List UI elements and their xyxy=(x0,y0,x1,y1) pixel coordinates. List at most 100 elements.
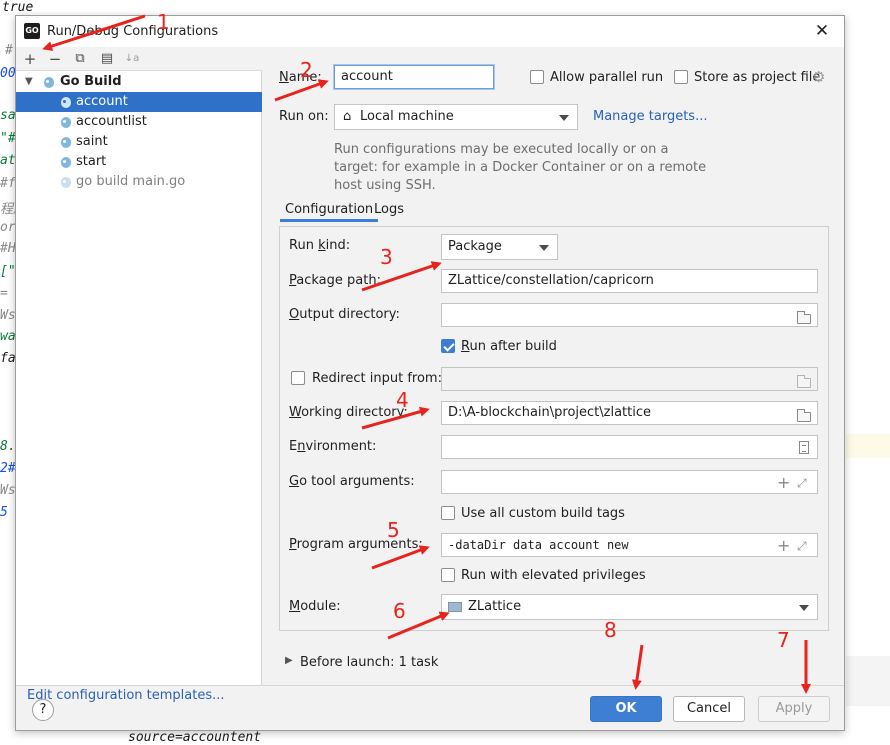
expand-icon[interactable]: ⤢ xyxy=(797,539,807,553)
editor-line: "# xyxy=(0,131,16,146)
editor-line: [" xyxy=(0,264,16,279)
plus-icon[interactable]: + xyxy=(777,475,790,491)
help-button[interactable]: ? xyxy=(32,699,54,721)
package-path-input[interactable]: ZLattice/constellation/capricorn xyxy=(441,269,818,293)
copy-icon[interactable]: ⧉ xyxy=(71,50,89,68)
expand-icon[interactable]: ⤢ xyxy=(797,476,807,490)
chevron-down-icon xyxy=(559,115,569,121)
chevron-down-icon[interactable]: ▼ xyxy=(25,72,33,92)
editor-line: 00 xyxy=(0,66,16,81)
annotation-label-6: 6 xyxy=(393,599,406,623)
remove-icon[interactable]: − xyxy=(46,50,64,68)
editor-line: fa xyxy=(0,351,16,366)
editor-line: 5 xyxy=(0,505,8,520)
editor-line: source=accountent xyxy=(128,730,262,745)
environment-label: Environment: xyxy=(289,439,377,454)
go-tool-arguments-input[interactable] xyxy=(441,470,818,494)
chevron-right-icon[interactable]: ▶ xyxy=(285,655,293,666)
run-elevated-label: Run with elevated privileges xyxy=(461,568,646,583)
annotation-label-4: 4 xyxy=(396,388,409,412)
cancel-button[interactable]: Cancel xyxy=(673,696,745,722)
run-debug-configurations-dialog: GO Run/Debug Configurations ✕ + − ⧉ ▤ ↓a… xyxy=(15,15,845,731)
tree-item-label: accountlist xyxy=(76,114,147,129)
run-on-label: Run on: xyxy=(279,109,329,124)
module-icon xyxy=(448,602,462,612)
program-arguments-input[interactable]: -dataDir data account new xyxy=(441,533,818,557)
run-kind-value: Package xyxy=(448,239,502,254)
edit-environment-icon[interactable] xyxy=(799,441,809,454)
allow-parallel-run-label: Allow parallel run xyxy=(550,70,664,85)
use-custom-build-tags-checkbox[interactable] xyxy=(441,506,455,520)
editor-line-highlight xyxy=(846,434,890,458)
run-on-value: Local machine xyxy=(360,109,454,124)
editor-line: #f xyxy=(0,176,16,191)
run-after-build-checkbox[interactable] xyxy=(441,339,455,353)
annotation-label-8: 8 xyxy=(604,618,617,642)
annotation-label-7: 7 xyxy=(777,628,790,652)
redirect-input-label: Redirect input from: xyxy=(312,371,442,386)
tree-group-go-build[interactable]: ▼ Go Build xyxy=(16,72,262,92)
plus-icon[interactable]: + xyxy=(777,538,790,554)
editor-line: #H xyxy=(0,241,16,256)
tree-item-accountlist[interactable]: accountlist xyxy=(16,112,262,132)
store-as-project-file-label: Store as project file xyxy=(694,70,821,85)
tree-item-account[interactable]: account xyxy=(16,92,262,112)
add-icon[interactable]: + xyxy=(21,50,39,68)
gear-icon[interactable]: ⚙ xyxy=(812,68,825,86)
editor-line: true xyxy=(2,0,34,15)
tab-logs[interactable]: Logs xyxy=(374,202,404,217)
working-directory-input[interactable]: D:\A-blockchain\project\zlattice xyxy=(441,401,818,425)
footer-separator xyxy=(16,685,844,686)
folder-icon[interactable] xyxy=(797,409,811,422)
tree-item-go-build-main[interactable]: go build main.go xyxy=(16,172,262,192)
edit-configuration-templates-link[interactable]: Edit configuration templates... xyxy=(27,688,225,703)
tree-item-start[interactable]: start xyxy=(16,152,262,172)
go-config-icon xyxy=(60,135,73,149)
dialog-title: Run/Debug Configurations xyxy=(47,24,219,39)
editor-line: # xyxy=(5,43,13,58)
chevron-down-icon xyxy=(539,245,549,251)
program-arguments-label: Program arguments: xyxy=(289,537,423,552)
run-elevated-checkbox[interactable] xyxy=(441,568,455,582)
sort-icon[interactable]: ↓a xyxy=(123,50,141,68)
before-launch-label[interactable]: Before launch: 1 task xyxy=(300,655,438,670)
module-select[interactable]: ZLattice xyxy=(441,594,818,620)
go-config-icon xyxy=(60,115,73,129)
output-directory-input[interactable] xyxy=(441,303,818,327)
close-icon[interactable]: ✕ xyxy=(812,21,832,41)
redirect-input-checkbox[interactable] xyxy=(291,371,305,385)
store-as-project-file-checkbox[interactable] xyxy=(674,70,688,84)
ok-button[interactable]: OK xyxy=(590,696,662,722)
tree-toolbar: + − ⧉ ▤ ↓a xyxy=(16,47,262,71)
folder-icon xyxy=(797,375,811,388)
editor-line: = xyxy=(0,286,8,301)
redirect-input-field xyxy=(441,367,818,391)
allow-parallel-run-checkbox[interactable] xyxy=(530,70,544,84)
editor-line: or xyxy=(0,220,16,235)
go-build-icon xyxy=(43,75,56,89)
tree-item-label: account xyxy=(76,94,128,109)
name-input[interactable]: account xyxy=(334,65,494,89)
folder-icon[interactable] xyxy=(797,311,811,324)
run-kind-select[interactable]: Package xyxy=(441,234,558,260)
goland-app-icon: GO xyxy=(24,23,40,39)
apply-button[interactable]: Apply xyxy=(758,696,830,722)
tree-item-saint[interactable]: saint xyxy=(16,132,262,152)
tab-configuration[interactable]: Configuration xyxy=(279,202,379,222)
folder-add-icon[interactable]: ▤ xyxy=(98,50,116,68)
manage-targets-link[interactable]: Manage targets... xyxy=(593,109,707,124)
go-config-icon xyxy=(60,155,73,169)
go-config-icon xyxy=(60,95,73,109)
tree-item-label: start xyxy=(76,154,107,169)
tree-item-label: go build main.go xyxy=(76,174,186,189)
run-on-select[interactable]: ⌂ Local machine xyxy=(334,104,578,130)
use-custom-build-tags-label: Use all custom build tags xyxy=(461,506,625,521)
package-path-label: Package path: xyxy=(289,273,381,288)
working-directory-label: Working directory: xyxy=(289,405,408,420)
run-after-build-label: Run after build xyxy=(461,339,557,354)
editor-line: sa xyxy=(0,108,16,123)
environment-input[interactable] xyxy=(441,435,818,459)
annotation-label-3: 3 xyxy=(380,245,393,269)
annotation-label-2: 2 xyxy=(300,58,313,82)
chevron-down-icon xyxy=(799,605,809,611)
